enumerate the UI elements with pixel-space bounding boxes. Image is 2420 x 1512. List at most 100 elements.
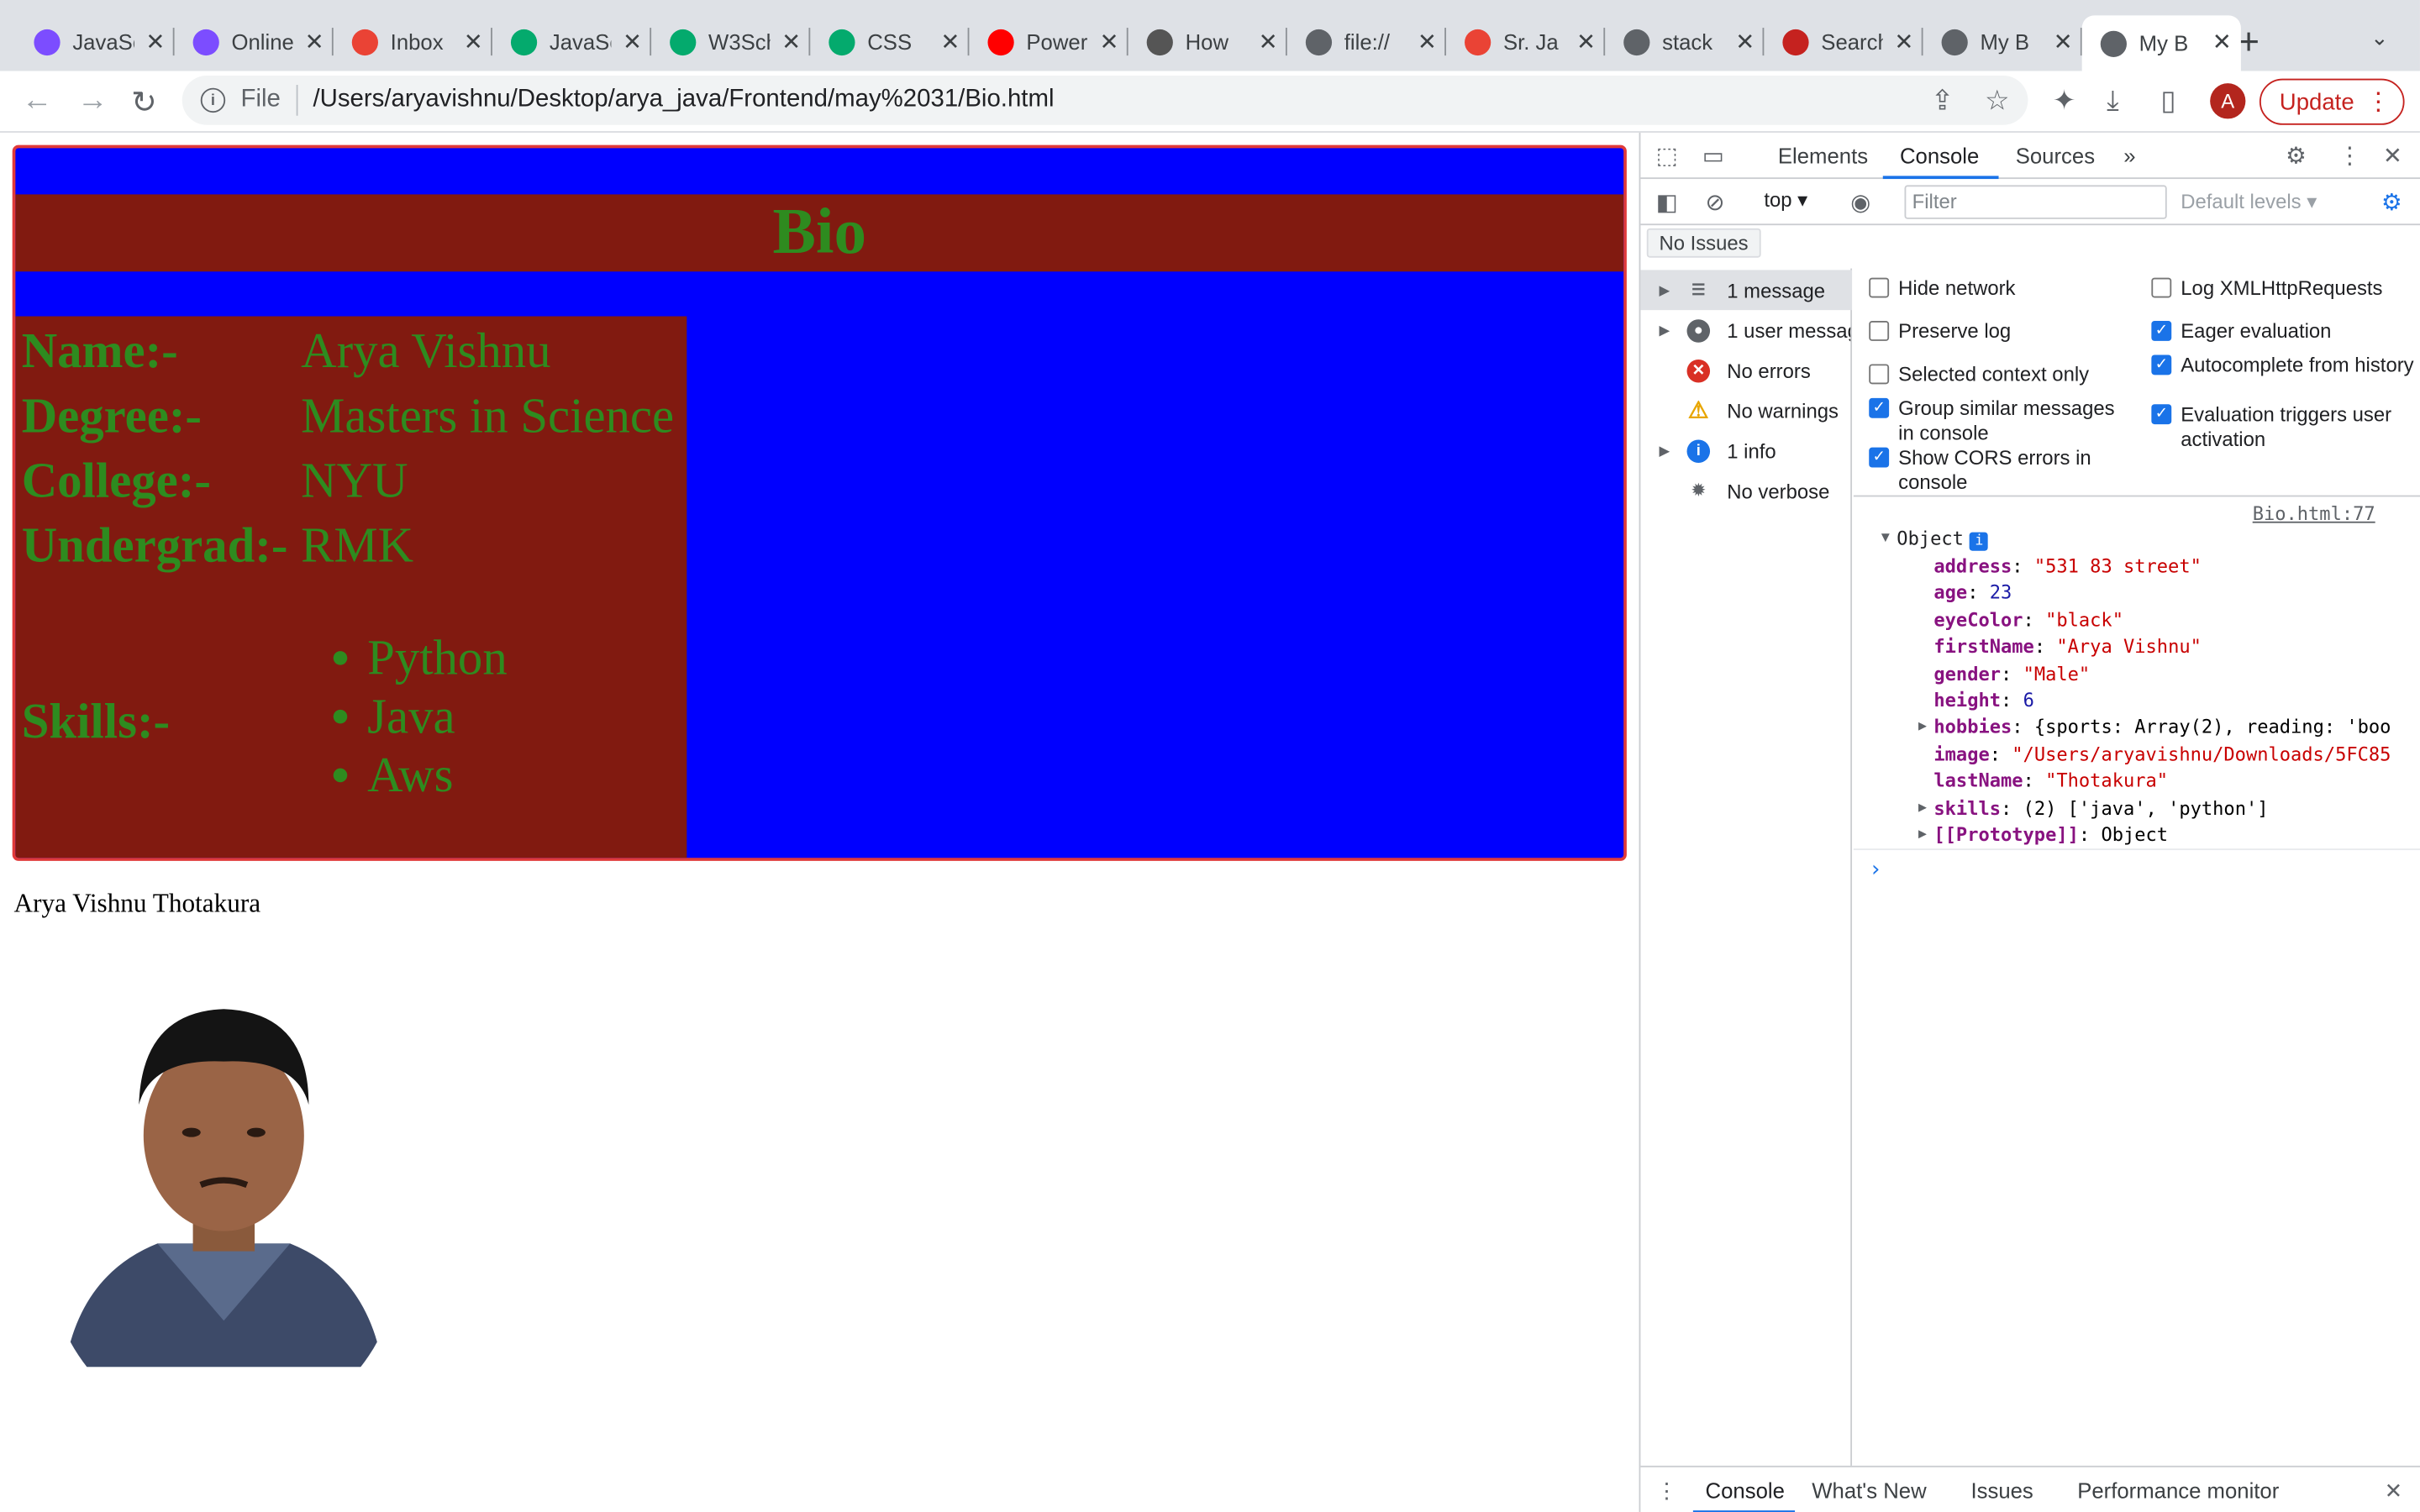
reload-icon[interactable]: ↻ xyxy=(131,83,157,122)
bookmark-star-icon[interactable]: ☆ xyxy=(1985,85,2010,118)
close-tab-icon[interactable]: ✕ xyxy=(1418,28,1437,55)
tab-console[interactable]: Console xyxy=(1900,144,1979,168)
sidebar-item-messages[interactable]: ▶ ☰ 1 message xyxy=(1640,270,1853,311)
browser-tab[interactable]: Search ✕ xyxy=(1764,15,1923,67)
checkbox-checked[interactable]: ✓ xyxy=(2151,354,2172,375)
address-bar[interactable]: i File /Users/aryavishnu/Desktop/arya_ja… xyxy=(182,75,2028,125)
sidebar-item-verbose[interactable]: ✹ No verbose xyxy=(1640,470,1852,511)
checkbox-checked[interactable]: ✓ xyxy=(2151,404,2172,425)
tab-search-chevron-icon[interactable]: ⌄ xyxy=(2370,24,2389,50)
setting-autocomplete[interactable]: ✓ Autocomplete from history xyxy=(2151,354,2414,378)
browser-tab[interactable]: Inbox ✕ xyxy=(334,15,492,67)
address-url[interactable]: /Users/aryavishnu/Desktop/arya_java/Fron… xyxy=(313,87,1054,114)
expand-triangle-icon[interactable]: ▶ xyxy=(1918,720,1927,735)
extensions-puzzle-icon[interactable]: ✦ xyxy=(2053,85,2076,118)
site-info-icon[interactable]: i xyxy=(200,87,226,113)
collapse-triangle-icon[interactable]: ▼ xyxy=(1881,531,1890,546)
browser-tab[interactable]: stack ✕ xyxy=(1605,15,1765,67)
close-tab-icon[interactable]: ✕ xyxy=(1576,28,1596,55)
drawer-tab-whats-new[interactable]: What's New xyxy=(1812,1478,1926,1503)
close-tab-icon[interactable]: ✕ xyxy=(940,28,960,55)
console-settings-icon[interactable]: ⚙ xyxy=(2381,188,2402,216)
checkbox[interactable] xyxy=(1869,277,1890,298)
menu-dots-icon[interactable]: ⋮ xyxy=(2366,87,2391,118)
close-tab-icon[interactable]: ✕ xyxy=(145,28,165,55)
drawer-menu-icon[interactable]: ⋮ xyxy=(1656,1478,1678,1504)
show-sidebar-icon[interactable]: ◧ xyxy=(1656,188,1678,216)
more-options-icon[interactable]: ⋮ xyxy=(2338,142,2362,170)
object-property[interactable]: ▶ [[Prototype]]: Object xyxy=(1918,824,2168,846)
inspect-element-icon[interactable]: ⬚ xyxy=(1656,142,1678,170)
setting-show-cors[interactable]: ✓ Show CORS errors in console xyxy=(1869,446,2131,496)
checkbox[interactable] xyxy=(1869,364,1890,385)
close-tab-icon[interactable]: ✕ xyxy=(2212,28,2232,55)
drawer-tab-console[interactable]: Console xyxy=(1706,1478,1785,1503)
object-property[interactable]: ▶ skills: (2) ['java', 'python'] xyxy=(1918,797,2269,819)
setting-hide-network[interactable]: Hide network xyxy=(1869,276,2131,301)
browser-tab[interactable]: Sr. Ja ✕ xyxy=(1446,15,1606,67)
issues-badge[interactable]: No Issues xyxy=(1646,228,1761,258)
share-icon[interactable]: ⇪ xyxy=(1931,85,1954,118)
browser-tab[interactable]: W3Schools ✕ xyxy=(651,15,811,67)
live-expression-eye-icon[interactable]: ◉ xyxy=(1850,188,1870,216)
browser-tab[interactable]: JavaScript ✕ xyxy=(492,15,652,67)
tab-elements[interactable]: Elements xyxy=(1778,144,1868,168)
device-toolbar-icon[interactable]: ▭ xyxy=(1702,142,1724,170)
forward-arrow-icon[interactable]: → xyxy=(77,83,108,118)
checkbox-checked[interactable]: ✓ xyxy=(1869,447,1890,468)
console-prompt-icon[interactable]: › xyxy=(1869,858,1881,882)
setting-preserve-log[interactable]: Preserve log xyxy=(1869,319,2131,344)
expand-arrow-icon[interactable]: ▶ xyxy=(1659,281,1670,298)
back-arrow-icon[interactable]: ← xyxy=(22,83,53,118)
browser-tab[interactable]: How ✕ xyxy=(1128,15,1287,67)
expand-triangle-icon[interactable]: ▶ xyxy=(1918,827,1927,842)
close-tab-icon[interactable]: ✕ xyxy=(464,28,483,55)
tab-sources[interactable]: Sources xyxy=(2016,144,2095,168)
browser-tab[interactable]: file:// ✕ xyxy=(1287,15,1446,67)
checkbox[interactable] xyxy=(2151,277,2172,298)
download-icon[interactable]: ⤓ xyxy=(2107,85,2119,118)
browser-tab[interactable]: My B ✕ xyxy=(2081,15,2241,71)
close-tab-icon[interactable]: ✕ xyxy=(781,28,801,55)
update-button[interactable]: Update ⋮ xyxy=(2259,78,2405,125)
setting-log-xhr[interactable]: Log XMLHttpRequests xyxy=(2151,276,2413,301)
profile-avatar[interactable]: A xyxy=(2210,83,2246,119)
checkbox-checked[interactable]: ✓ xyxy=(2151,321,2172,341)
expand-arrow-icon[interactable]: ▶ xyxy=(1659,322,1670,339)
close-tab-icon[interactable]: ✕ xyxy=(1259,28,1278,55)
browser-tab[interactable]: Online ✕ xyxy=(175,15,334,67)
sidebar-item-info[interactable]: ▶ i 1 info xyxy=(1640,430,1852,470)
console-filter-input[interactable]: Filter xyxy=(1904,185,2167,219)
checkbox[interactable] xyxy=(1869,321,1890,341)
close-tab-icon[interactable]: ✕ xyxy=(305,28,324,55)
browser-tab[interactable]: Power ✕ xyxy=(969,15,1128,67)
expand-triangle-icon[interactable]: ▶ xyxy=(1918,801,1927,816)
browser-tab[interactable]: My B ✕ xyxy=(1923,15,2082,67)
drawer-tab-performance-monitor[interactable]: Performance monitor xyxy=(2077,1478,2279,1503)
clear-console-icon[interactable]: ⊘ xyxy=(1706,188,1725,216)
close-tab-icon[interactable]: ✕ xyxy=(1100,28,1119,55)
source-link[interactable]: Bio.html:77 xyxy=(2253,503,2375,525)
object-header[interactable]: ▼ Object i xyxy=(1881,528,1989,551)
close-drawer-icon[interactable]: ✕ xyxy=(2385,1478,2403,1504)
expand-arrow-icon[interactable]: ▶ xyxy=(1659,442,1670,459)
context-selector[interactable]: top ▾ xyxy=(1764,188,1807,213)
close-tab-icon[interactable]: ✕ xyxy=(2054,28,2073,55)
close-tab-icon[interactable]: ✕ xyxy=(623,28,642,55)
browser-tab[interactable]: JavaScript ✕ xyxy=(15,15,175,67)
more-tabs-icon[interactable]: » xyxy=(2123,144,2135,168)
sidebar-item-errors[interactable]: ✕ No errors xyxy=(1640,350,1852,391)
side-panel-icon[interactable]: ▯ xyxy=(2160,85,2175,118)
close-devtools-icon[interactable]: ✕ xyxy=(2383,142,2402,170)
sidebar-item-user-messages[interactable]: ▶ ● 1 user messages xyxy=(1640,310,1852,350)
settings-gear-icon[interactable]: ⚙ xyxy=(2286,142,2307,170)
checkbox-checked[interactable]: ✓ xyxy=(1869,397,1890,418)
new-tab-button[interactable]: + xyxy=(2238,22,2260,65)
setting-group-similar[interactable]: ✓ Group similar messages in console xyxy=(1869,396,2131,446)
browser-tab[interactable]: CSS ✕ xyxy=(810,15,970,67)
info-badge-icon[interactable]: i xyxy=(1970,532,1989,551)
setting-selected-context[interactable]: Selected context only xyxy=(1869,363,2131,387)
drawer-tab-issues[interactable]: Issues xyxy=(1970,1478,2033,1503)
setting-eager-evaluation[interactable]: ✓ Eager evaluation xyxy=(2151,319,2413,344)
setting-eval-triggers[interactable]: ✓ Evaluation triggers user activation xyxy=(2151,402,2413,452)
